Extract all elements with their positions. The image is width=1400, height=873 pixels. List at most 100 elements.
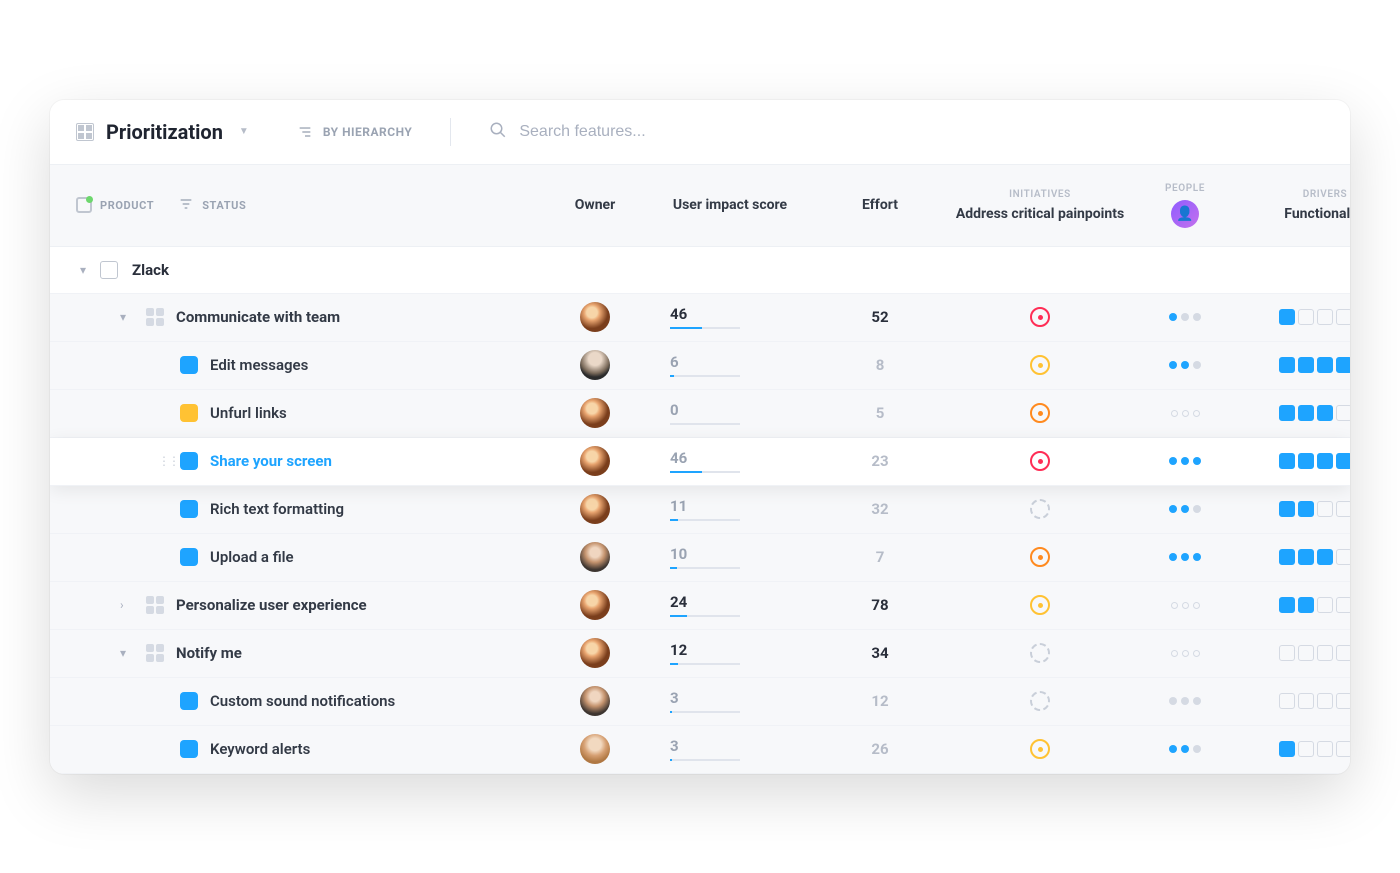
people-avatar	[1171, 200, 1199, 228]
owner-avatar[interactable]	[580, 734, 610, 764]
initiative-cell[interactable]	[950, 355, 1130, 375]
owner-avatar[interactable]	[580, 542, 610, 572]
initiative-cell[interactable]	[950, 691, 1130, 711]
owner-avatar[interactable]	[580, 350, 610, 380]
drivers-cell[interactable]	[1240, 597, 1350, 613]
drivers-cell[interactable]	[1240, 549, 1350, 565]
user-impact-cell[interactable]: 10	[650, 545, 810, 569]
score-value: 46	[670, 449, 810, 467]
initiative-cell[interactable]	[950, 595, 1130, 615]
drivers-cell[interactable]	[1240, 453, 1350, 469]
col-drivers[interactable]: DRIVERS Functionality	[1240, 189, 1350, 222]
drivers-cell[interactable]	[1240, 501, 1350, 517]
people-dots[interactable]	[1130, 553, 1240, 561]
owner-avatar[interactable]	[580, 494, 610, 524]
table-row[interactable]: › Personalize user experience 2478	[50, 582, 1350, 630]
user-impact-cell[interactable]: 46	[650, 305, 810, 329]
drivers-cell[interactable]	[1240, 741, 1350, 757]
owner-avatar[interactable]	[580, 686, 610, 716]
col-initiatives[interactable]: INITIATIVES Address critical painpoints	[950, 189, 1130, 222]
people-dots[interactable]	[1130, 650, 1240, 657]
effort-value[interactable]: 7	[810, 548, 950, 566]
drivers-cell[interactable]	[1240, 405, 1350, 421]
drag-handle-icon[interactable]: ⋮⋮	[158, 454, 172, 468]
drivers-cell[interactable]	[1240, 309, 1350, 325]
user-impact-cell[interactable]: 12	[650, 641, 810, 665]
effort-value[interactable]: 26	[810, 740, 950, 758]
col-owner[interactable]: Owner	[540, 197, 650, 213]
user-impact-cell[interactable]: 24	[650, 593, 810, 617]
feature-icon	[180, 692, 198, 710]
owner-avatar[interactable]	[580, 398, 610, 428]
effort-value[interactable]: 32	[810, 500, 950, 518]
chevron-right-icon[interactable]: ›	[120, 598, 134, 612]
effort-value[interactable]: 8	[810, 356, 950, 374]
initiative-cell[interactable]	[950, 547, 1130, 567]
people-dots[interactable]	[1130, 697, 1240, 705]
col-user-impact[interactable]: User impact score	[650, 197, 810, 213]
owner-avatar[interactable]	[580, 446, 610, 476]
user-impact-cell[interactable]: 11	[650, 497, 810, 521]
drivers-cell[interactable]	[1240, 693, 1350, 709]
table-row[interactable]: Keyword alerts326	[50, 726, 1350, 774]
search-field[interactable]	[489, 121, 1324, 143]
effort-value[interactable]: 23	[810, 452, 950, 470]
initiative-cell[interactable]	[950, 499, 1130, 519]
table-row[interactable]: Edit messages 68	[50, 342, 1350, 390]
score-bar	[670, 567, 740, 569]
group-row[interactable]: ▾ Zlack	[50, 247, 1350, 294]
table-row[interactable]: Unfurl links05	[50, 390, 1350, 438]
product-filter[interactable]: PRODUCT	[76, 197, 154, 213]
effort-value[interactable]: 34	[810, 644, 950, 662]
table-row[interactable]: Custom sound notifications312	[50, 678, 1350, 726]
drivers-cell[interactable]	[1240, 357, 1350, 373]
table-row[interactable]: ⋮⋮ Share your screen 4623	[50, 438, 1350, 486]
chevron-down-icon[interactable]: ▾	[120, 310, 134, 324]
hierarchy-toggle[interactable]: BY HIERARCHY	[277, 124, 413, 140]
row-name: Personalize user experience	[176, 596, 367, 614]
initiative-cell[interactable]	[950, 307, 1130, 327]
user-impact-cell[interactable]: 3	[650, 689, 810, 713]
people-dots[interactable]	[1130, 410, 1240, 417]
table-row[interactable]: Rich text formatting1132	[50, 486, 1350, 534]
owner-avatar[interactable]	[580, 590, 610, 620]
drivers-cell[interactable]	[1240, 645, 1350, 661]
people-dots[interactable]	[1130, 602, 1240, 609]
score-value: 6	[670, 353, 810, 371]
chevron-down-icon[interactable]: ▾	[80, 263, 86, 277]
owner-avatar[interactable]	[580, 302, 610, 332]
people-dots[interactable]	[1130, 313, 1240, 321]
people-dots[interactable]	[1130, 361, 1240, 369]
user-impact-cell[interactable]: 0	[650, 401, 810, 425]
user-impact-cell[interactable]: 46	[650, 449, 810, 473]
row-name: Edit messages	[210, 356, 308, 374]
divider	[450, 118, 451, 146]
user-impact-cell[interactable]: 6	[650, 353, 810, 377]
effort-value[interactable]: 5	[810, 404, 950, 422]
owner-avatar[interactable]	[580, 638, 610, 668]
row-name: Notify me	[176, 644, 242, 662]
row-name: Share your screen	[210, 452, 332, 470]
effort-value[interactable]: 78	[810, 596, 950, 614]
table-row[interactable]: ▾Communicate with team4652	[50, 294, 1350, 342]
score-bar	[670, 423, 740, 425]
view-selector[interactable]: Prioritization ▼	[76, 120, 249, 144]
chevron-down-icon[interactable]: ▾	[120, 646, 134, 660]
initiative-cell[interactable]	[950, 403, 1130, 423]
search-input[interactable]	[519, 123, 819, 141]
initiative-cell[interactable]	[950, 451, 1130, 471]
col-effort[interactable]: Effort	[810, 197, 950, 213]
user-impact-cell[interactable]: 3	[650, 737, 810, 761]
people-dots[interactable]	[1130, 505, 1240, 513]
col-people[interactable]: PEOPLE	[1130, 183, 1240, 228]
effort-value[interactable]: 12	[810, 692, 950, 710]
initiative-ring-icon	[1030, 451, 1050, 471]
initiative-cell[interactable]	[950, 643, 1130, 663]
people-dots[interactable]	[1130, 745, 1240, 753]
initiative-cell[interactable]	[950, 739, 1130, 759]
table-row[interactable]: ▾ Notify me 1234	[50, 630, 1350, 678]
people-dots[interactable]	[1130, 457, 1240, 465]
table-row[interactable]: Upload a file107	[50, 534, 1350, 582]
status-filter[interactable]: STATUS	[178, 196, 246, 215]
effort-value[interactable]: 52	[810, 308, 950, 326]
